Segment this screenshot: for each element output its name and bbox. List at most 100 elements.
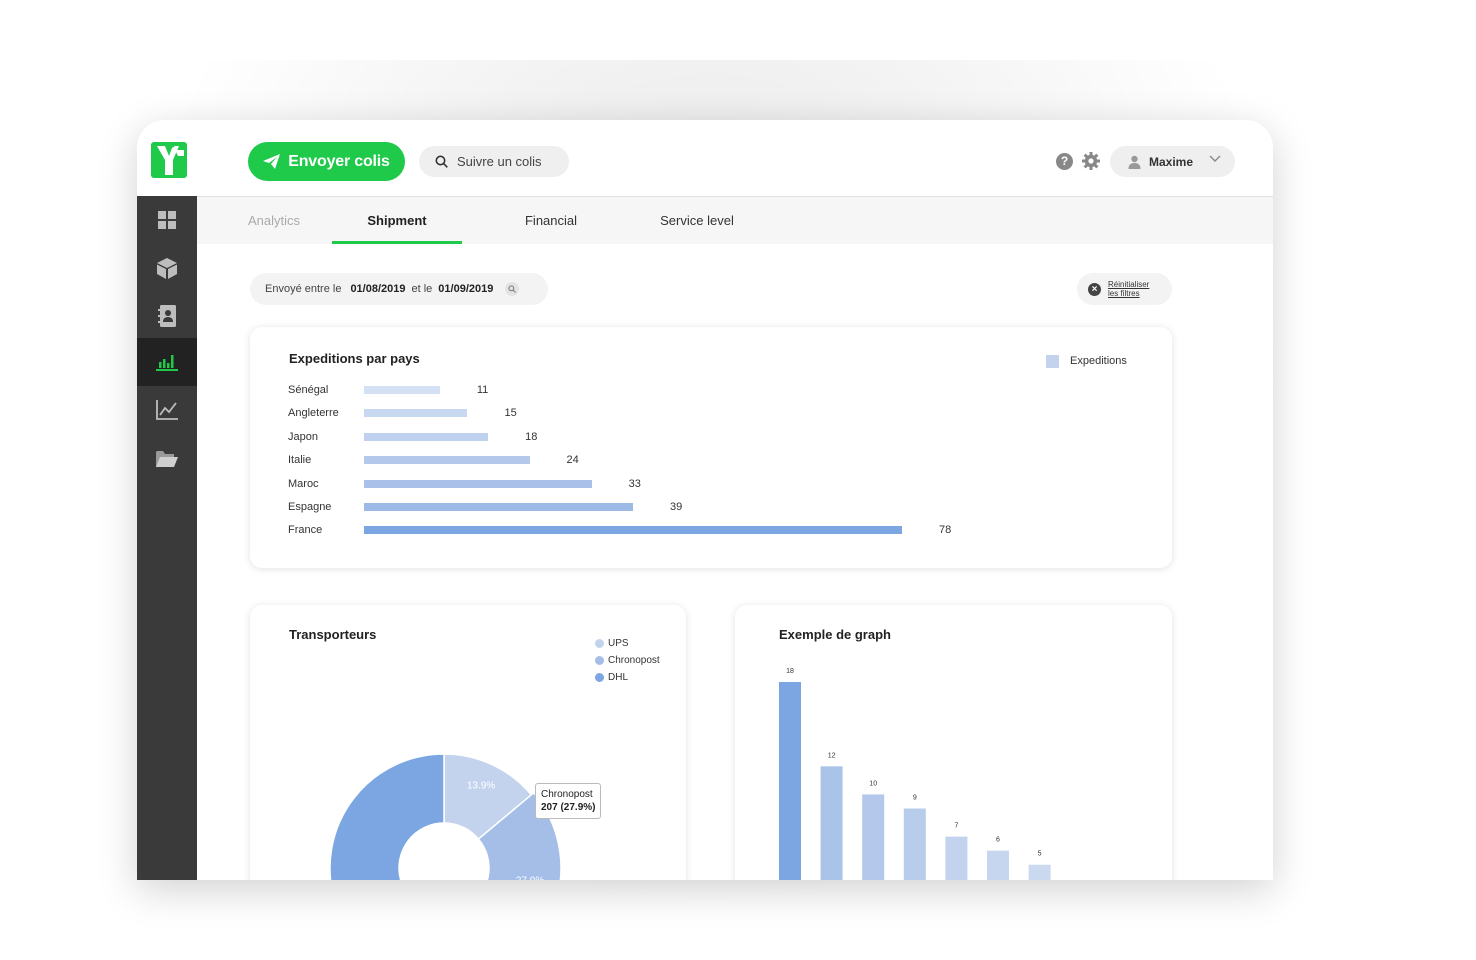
chevron-down-icon [1209, 155, 1221, 162]
chart-tooltip: Chronopost 207 (27.9%) [535, 783, 602, 819]
bar-chart-icon [156, 355, 178, 371]
category-label: Italie [288, 454, 312, 467]
send-parcel-button[interactable]: Envoyer colis [248, 142, 405, 181]
legend-dot [595, 673, 604, 682]
value-label: 18 [525, 430, 538, 443]
tab-bar: Analytics Shipment Financial Service lev… [197, 197, 1273, 244]
tooltip-value: 207 (27.9%) [541, 802, 596, 813]
value-label: 9 [913, 795, 917, 802]
bar-row: Maroc 33 [288, 476, 641, 492]
category-label: Espagne [288, 501, 332, 513]
category-label: Angleterre [288, 407, 339, 420]
filter-end-date: 01/09/2019 [438, 283, 494, 295]
slice-label: 27.9% [516, 876, 544, 880]
expeditions-by-country-card: Expeditions par pays Expeditions Sénégal… [250, 327, 1172, 568]
tab-shipment[interactable]: Shipment [332, 197, 462, 244]
paper-plane-icon [263, 154, 281, 169]
legend-item[interactable]: Chronopost [595, 655, 660, 666]
bar[interactable] [903, 808, 926, 881]
sidebar-item-documents[interactable] [137, 434, 197, 482]
bar[interactable] [364, 479, 592, 488]
legend-dot [595, 639, 604, 648]
value-label: 15 [504, 407, 517, 420]
tab-financial[interactable]: Financial [511, 197, 591, 244]
top-bar: Envoyer colis Suivre un colis ? Maxime [137, 120, 1273, 197]
user-menu[interactable]: Maxime [1110, 146, 1235, 177]
bar[interactable] [364, 456, 530, 465]
bar-row: Italie 24 [288, 452, 579, 468]
close-icon: × [1088, 282, 1101, 296]
bar-row: Espagne 39 [288, 499, 682, 515]
bar-row: Angleterre 15 [288, 405, 517, 421]
chart-title: Expeditions par pays [289, 351, 420, 366]
sidebar-item-parcels[interactable] [137, 244, 197, 292]
value-label: 11 [476, 384, 489, 396]
bar[interactable] [779, 682, 801, 880]
folder-icon [156, 450, 178, 467]
search-icon [435, 155, 448, 168]
send-parcel-label: Envoyer colis [288, 152, 390, 170]
legend-item[interactable]: UPS [595, 638, 629, 649]
bar[interactable] [364, 432, 489, 441]
bar[interactable] [364, 503, 633, 511]
value-label: 39 [670, 501, 683, 513]
category-label: France [288, 524, 323, 537]
legend-dot [595, 656, 604, 665]
value-label: 24 [566, 454, 579, 467]
slice-label: 13.9% [467, 781, 495, 792]
filter-search-icon[interactable] [505, 282, 520, 296]
sidebar-item-analytics[interactable] [137, 386, 197, 434]
sidebar-item-statistics[interactable] [137, 338, 197, 386]
sidebar-item-dashboard[interactable] [137, 196, 197, 244]
sidebar [137, 196, 197, 880]
app-window: Envoyer colis Suivre un colis ? Maxime A… [137, 120, 1273, 880]
value-label: 12 [828, 752, 836, 759]
bar-row: France 78 [288, 522, 951, 538]
category-label: Sénégal [288, 384, 329, 396]
value-label: 10 [869, 780, 877, 787]
filter-start-date: 01/08/2019 [350, 283, 406, 295]
value-label: 78 [939, 524, 952, 537]
value-label: 6 [996, 837, 1000, 844]
bar[interactable] [1028, 864, 1051, 880]
value-label: 33 [628, 477, 641, 490]
user-name: Maxime [1149, 154, 1194, 169]
category-label: Maroc [288, 477, 319, 490]
legend-label: Chronopost [608, 655, 660, 666]
bar-row: Japon 18 [288, 429, 537, 445]
tooltip-label: Chronopost [541, 789, 593, 800]
bar[interactable] [862, 794, 885, 880]
filter-prefix: Envoyé entre le [265, 283, 342, 295]
reset-filters-label: Réinitialiser les filtres [1108, 280, 1150, 298]
user-icon [1128, 155, 1141, 169]
legend-item[interactable]: DHL [595, 672, 628, 683]
sidebar-item-contacts[interactable] [137, 292, 197, 340]
help-icon[interactable]: ? [1056, 153, 1073, 170]
track-parcel-label: Suivre un colis [457, 154, 542, 169]
reset-filters-button[interactable]: × Réinitialiser les filtres [1077, 273, 1172, 305]
legend-swatch [1046, 355, 1059, 368]
tab-service-level[interactable]: Service level [652, 197, 742, 244]
gear-icon[interactable] [1081, 151, 1101, 171]
value-label: 18 [786, 668, 794, 675]
example-graph-card: Exemple de graph 181210976521 [735, 605, 1172, 880]
carriers-card: Transporteurs 13.9%27.9%58.2% UPSChronop… [250, 605, 686, 880]
bar[interactable] [364, 409, 468, 418]
bar[interactable] [364, 526, 902, 535]
filter-middle: et le [411, 283, 433, 295]
vertical-bar-chart: 181210976521 [779, 668, 1051, 881]
tab-analytics[interactable]: Analytics [243, 197, 305, 244]
category-label: Japon [288, 430, 318, 443]
legend-label: UPS [608, 638, 629, 649]
line-chart-icon [156, 400, 178, 420]
date-filter[interactable]: Envoyé entre le 01/08/2019 et le 01/09/2… [250, 273, 548, 305]
track-parcel-search[interactable]: Suivre un colis [419, 146, 569, 177]
value-label: 7 [954, 823, 958, 830]
bar[interactable] [364, 386, 440, 394]
bar[interactable] [945, 836, 968, 880]
bar[interactable] [987, 850, 1009, 880]
grid-icon [158, 211, 176, 229]
bar[interactable] [820, 766, 843, 880]
brand-logo-icon[interactable] [151, 142, 187, 178]
box-icon [157, 257, 177, 279]
